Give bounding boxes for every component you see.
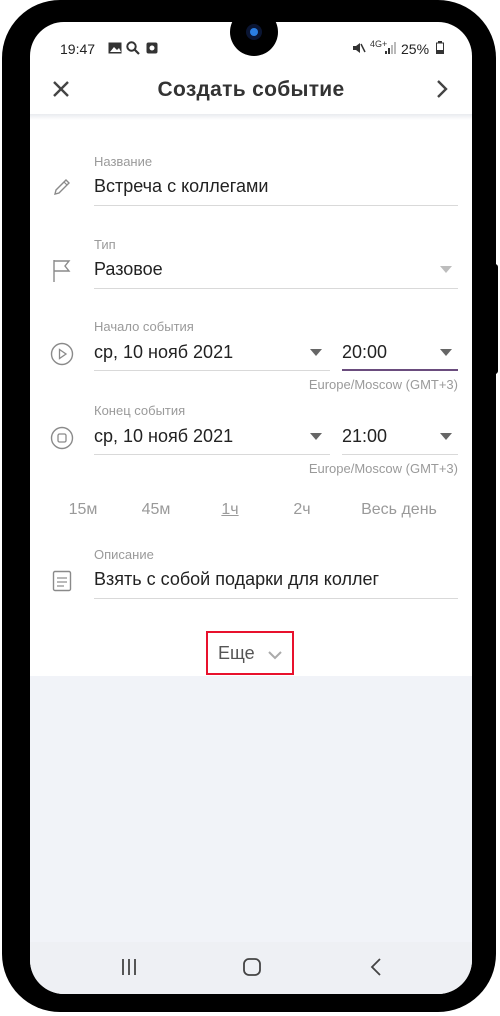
empty-area xyxy=(30,676,472,942)
chevron-down-icon[interactable] xyxy=(440,266,452,273)
start-time-underline xyxy=(342,369,458,371)
mute-icon xyxy=(353,43,366,53)
duration-2h[interactable]: 2ч xyxy=(278,501,326,519)
duration-1h[interactable]: 1ч xyxy=(206,501,254,519)
document-icon xyxy=(52,570,72,592)
chevron-down-icon xyxy=(268,651,282,660)
start-time-select[interactable]: 20:00 xyxy=(342,342,387,363)
page-title: Создать событие xyxy=(157,78,345,101)
flag-icon xyxy=(53,260,71,282)
image-icon xyxy=(108,42,122,54)
start-date-select[interactable]: ср, 10 нояб 2021 xyxy=(94,342,233,363)
end-label: Конец события xyxy=(94,403,186,418)
volume-button xyxy=(6,228,14,308)
start-label: Начало события xyxy=(94,319,194,334)
start-timezone[interactable]: Europe/Moscow (GMT+3) xyxy=(230,377,458,392)
start-date-underline xyxy=(94,370,330,371)
more-label: Еще xyxy=(218,643,255,663)
description-input[interactable]: Взять с собой подарки для коллег xyxy=(94,569,379,590)
status-time: 19:47 xyxy=(60,41,96,57)
end-time-select[interactable]: 21:00 xyxy=(342,426,387,447)
duration-15m[interactable]: 15м xyxy=(54,501,112,519)
chevron-down-icon[interactable] xyxy=(310,349,322,356)
navigation-bar xyxy=(30,942,472,994)
pencil-icon xyxy=(54,179,70,195)
play-circle-icon xyxy=(50,342,74,366)
stop-circle-icon xyxy=(50,426,74,450)
header-divider xyxy=(30,114,472,120)
name-input[interactable]: Встреча с коллегами xyxy=(94,176,268,197)
back-icon[interactable] xyxy=(370,958,382,976)
end-date-select[interactable]: ср, 10 нояб 2021 xyxy=(94,426,233,447)
signal-icon xyxy=(385,42,396,54)
name-label: Название xyxy=(94,154,153,169)
description-underline xyxy=(94,598,458,599)
volume-button xyxy=(6,320,14,400)
chevron-down-icon[interactable] xyxy=(440,349,452,356)
end-timezone[interactable]: Europe/Moscow (GMT+3) xyxy=(230,461,458,476)
chevron-right-icon[interactable] xyxy=(436,80,448,98)
type-label: Тип xyxy=(94,237,116,252)
more-button[interactable]: Еще xyxy=(206,631,294,675)
end-date-underline xyxy=(94,454,330,455)
description-label: Описание xyxy=(94,547,154,562)
type-underline xyxy=(94,288,458,289)
screen: 19:47 4G+ 25% Создать событие Название В… xyxy=(30,22,472,994)
recents-icon[interactable] xyxy=(121,958,137,976)
name-underline xyxy=(94,205,458,206)
duration-all-day[interactable]: Весь день xyxy=(350,501,448,519)
home-icon[interactable] xyxy=(242,957,262,977)
search-icon xyxy=(126,41,140,55)
chevron-down-icon[interactable] xyxy=(310,433,322,440)
power-button xyxy=(490,264,498,374)
camera-dot xyxy=(250,28,258,36)
battery-icon xyxy=(436,41,444,54)
battery-percent: 25% xyxy=(401,41,430,57)
end-time-underline xyxy=(342,454,458,455)
duration-45m[interactable]: 45м xyxy=(128,501,184,519)
type-select[interactable]: Разовое xyxy=(94,259,163,280)
record-icon xyxy=(146,42,158,54)
chevron-down-icon[interactable] xyxy=(440,433,452,440)
